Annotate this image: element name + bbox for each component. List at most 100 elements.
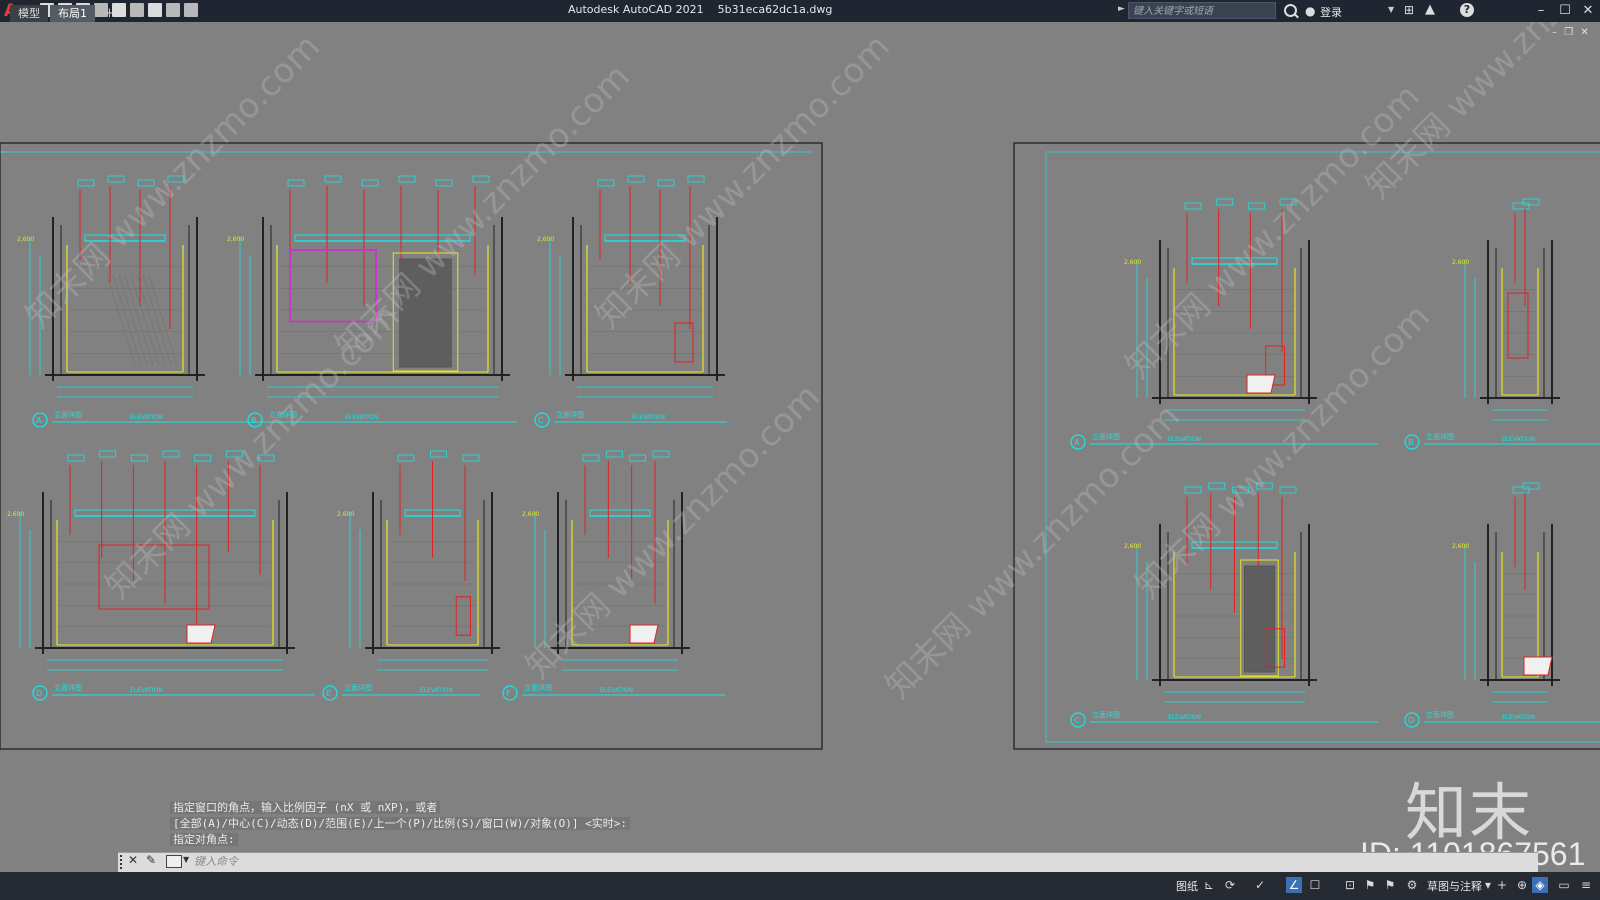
recent-commands-icon[interactable] [166,855,182,868]
leader-tag [361,179,379,187]
leader-tag [397,454,415,462]
height-mark: 2,600 [1124,543,1141,550]
tab-model[interactable]: 模型 [10,5,48,22]
elevation-title: 立面详图 [54,410,82,419]
search-expand-icon[interactable]: ► [1118,4,1125,14]
leader-tag [107,175,125,183]
leader-tag [652,450,670,458]
polar-icon[interactable]: ✓ [1252,877,1268,893]
leader-tag [582,454,600,462]
leader-tag [162,450,180,458]
elevation-letter: A [36,416,42,425]
plot-icon[interactable] [148,3,162,17]
elevation-title: 立面详图 [344,683,372,692]
workspace-switch[interactable]: 草图与注释 [1427,878,1482,894]
command-history-line: [全部(A)/中心(C)/动态(D)/范围(E)/上一个(P)/比例(S)/窗口… [170,817,631,830]
watermark-text: 知末网 www.znzmo.com [518,377,828,687]
leader-tag [77,179,95,187]
ortho-icon[interactable]: ⟳ [1222,877,1238,893]
leader-tag [1279,486,1297,494]
status-bar [0,872,1600,900]
selection-cycle-icon[interactable]: ⊡ [1342,877,1358,893]
elevation-subtitle: ELEVATION [600,687,633,694]
doc-minimize-button[interactable]: – [1552,27,1557,38]
plus-icon[interactable]: + [1494,877,1510,893]
elevation-letter: C [538,416,544,425]
auto-scale-icon[interactable]: ⚑ [1382,877,1398,893]
login-button[interactable]: 登录 [1320,4,1342,20]
menu-icon[interactable]: ≡ [1578,877,1594,893]
save-web-icon[interactable] [130,3,144,17]
document-window-controls: – ❐ ✕ [1548,27,1589,38]
elevation-letter: D [36,689,42,698]
leader-tag [1522,198,1540,206]
ceiling-trim [589,509,651,517]
maximize-button[interactable]: ☐ [1553,1,1577,21]
undo-icon[interactable] [166,3,180,17]
height-mark: 2,600 [227,236,244,243]
elevation-letter: B [1408,438,1414,447]
search-input[interactable]: 键入关键字或短语 [1128,2,1276,19]
command-input[interactable]: 键入命令 [194,852,694,872]
gear-icon[interactable]: ⚙ [1404,877,1420,893]
elevation-title: 立面详图 [1426,432,1454,441]
leader-tag [687,175,705,183]
hardware-accel-icon[interactable]: ◈ [1532,877,1548,893]
drawing-svg: 2,600 2,600 2,600 A 立面详图 ELEVATION B 立面详图 ELEVAT… [0,0,1600,750]
height-mark: 2,600 [537,236,554,243]
tab-layout1[interactable]: 布局1 [50,5,95,22]
close-icon[interactable]: ✕ [128,853,138,867]
clean-screen-icon[interactable]: ▭ [1556,877,1572,893]
doc-close-button[interactable]: ✕ [1580,27,1588,38]
leader-tag [99,450,117,458]
leader-tag [287,179,305,187]
watermark-text: 知末网 www.znzmo.com [18,27,328,337]
watermark-text: 知末网 www.znzmo.com [98,297,408,607]
redo-icon[interactable] [184,3,198,17]
search-icon[interactable] [1284,4,1297,17]
close-button[interactable]: ✕ [1576,1,1600,21]
object-snap-icon[interactable]: ∠ [1286,877,1302,893]
leader-tag [1247,202,1265,210]
isolate-icon[interactable]: ⊕ [1514,877,1530,893]
cart-icon[interactable]: ⊞ [1404,3,1414,17]
elevation-subtitle: ELEVATION [130,687,163,694]
height-mark: 2,600 [1452,543,1469,550]
leader-tag [605,450,623,458]
command-history-line: 指定窗口的角点，输入比例因子 (nX 或 nXP)，或者 [170,801,441,814]
leader-tag [1522,482,1540,490]
snap-tracking-icon[interactable]: ☐ [1307,877,1323,893]
a360-icon[interactable]: ▲ [1425,2,1435,17]
leader-tag [194,454,212,462]
leader-tag [435,179,453,187]
leader-tag [1184,202,1202,210]
add-layout-button[interactable]: + [96,5,123,22]
help-icon[interactable]: ? [1460,3,1474,17]
leader-tag [1512,202,1530,210]
user-icon[interactable]: ● [1305,4,1315,18]
grid-icon[interactable]: ⊾ [1201,877,1217,893]
toilet [186,624,216,644]
drawing-canvas[interactable]: 2,600 2,600 2,600 A 立面详图 ELEVATION B 立面详图 ELEVAT… [0,0,1600,848]
paper-space-toggle[interactable]: 图纸 [1176,878,1198,894]
minimize-button[interactable]: – [1529,1,1553,21]
file-name: 5b31eca62dc1a.dwg [717,3,833,16]
elevation-letter: D [1408,716,1414,725]
title-bar: A ▼ Autodesk AutoCAD 2021 5b31eca62dc1a.… [0,0,1600,22]
doc-restore-button[interactable]: ❐ [1564,27,1573,38]
elevation-subtitle: ELEVATION [345,414,378,421]
elevation-title: 立面详图 [556,410,584,419]
leader-tag [430,450,447,458]
height-mark: 2,600 [1124,259,1141,266]
elevation-title: 立面详图 [1426,710,1454,719]
chevron-down-icon[interactable]: ▼ [183,855,189,864]
leader-tag [627,175,645,183]
leader-tag [462,454,480,462]
height-mark: 2,600 [1452,259,1469,266]
door-panel [1244,565,1275,673]
command-line-grip[interactable] [120,855,126,869]
login-chevron-icon[interactable]: ▼ [1388,5,1394,14]
wrench-icon[interactable]: ✎ [146,853,156,867]
annotation-visibility-icon[interactable]: ⚑ [1362,877,1378,893]
watermark-text: 知末网 www.znzmo.com [878,397,1188,707]
